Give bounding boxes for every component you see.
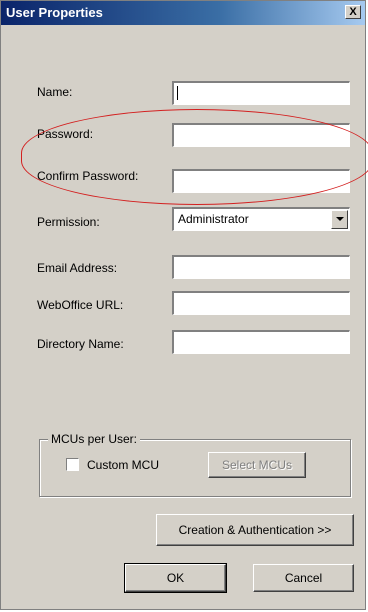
- dropdown-arrow-icon[interactable]: [331, 210, 348, 229]
- weboffice-url-label: WebOffice URL:: [37, 298, 124, 312]
- cancel-button[interactable]: Cancel: [253, 564, 354, 592]
- select-mcus-button[interactable]: Select MCUs: [208, 452, 306, 478]
- dialog-title: User Properties: [6, 5, 103, 20]
- title-bar[interactable]: User Properties X: [1, 1, 365, 25]
- password-field[interactable]: [172, 123, 350, 147]
- permission-label: Permission:: [37, 215, 100, 229]
- directory-name-label: Directory Name:: [37, 337, 124, 351]
- mcus-per-user-group: MCUs per User: Custom MCU Select MCUs: [39, 432, 351, 497]
- user-properties-dialog: User Properties X Name: Password: Confir…: [0, 0, 368, 610]
- permission-value: Administrator: [178, 212, 249, 226]
- text-caret: [177, 86, 178, 100]
- email-label: Email Address:: [37, 261, 118, 275]
- password-label: Password:: [37, 127, 94, 141]
- email-field[interactable]: [172, 255, 350, 279]
- permission-select[interactable]: Administrator: [172, 207, 350, 231]
- custom-mcu-label[interactable]: Custom MCU: [87, 458, 159, 472]
- ok-button[interactable]: OK: [124, 563, 227, 593]
- creation-authentication-button[interactable]: Creation & Authentication >>: [156, 514, 354, 546]
- name-label: Name:: [37, 85, 73, 99]
- weboffice-url-field[interactable]: [172, 291, 350, 315]
- directory-name-field[interactable]: [172, 330, 350, 354]
- confirm-password-label: Confirm Password:: [37, 169, 139, 183]
- name-field[interactable]: [172, 81, 350, 105]
- close-button[interactable]: X: [345, 5, 361, 19]
- custom-mcu-checkbox[interactable]: [66, 458, 79, 471]
- confirm-password-field[interactable]: [172, 169, 350, 193]
- mcus-group-title: MCUs per User:: [48, 432, 141, 446]
